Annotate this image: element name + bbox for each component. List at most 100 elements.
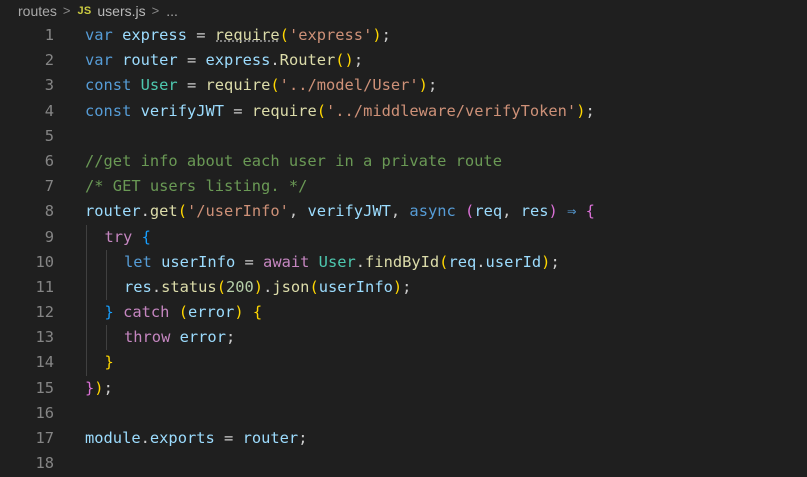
code-token: res [124,277,152,296]
code-token: module [85,429,141,447]
code-token: User [318,252,356,271]
code-line[interactable]: 14} [0,350,807,376]
code-token: . [263,277,273,296]
code-token: get [149,202,178,221]
code-line[interactable]: 18 [0,451,807,476]
code-token: try [104,227,133,246]
code-token: await [263,252,310,271]
code-token: ; [427,76,438,95]
code-token: . [140,429,150,447]
code-token: express [122,26,187,44]
code-token: { [585,202,595,221]
code-token: '../model/User' [279,76,419,95]
code-text: const verifyJWT = require('../middleware… [85,99,595,124]
code-token: . [140,202,150,221]
breadcrumb-symbols[interactable]: ... [166,3,178,19]
line-number: 9 [44,227,54,246]
code-token: ) [548,202,558,221]
code-line[interactable]: 8 router.get('/userInfo', verifyJWT, asyn… [0,199,807,224]
code-line[interactable]: 13 throw error; [0,325,807,351]
code-line[interactable]: 11 res.status(200).json(userInfo); [0,274,807,301]
indent-guide [86,224,87,250]
code-line[interactable]: 15}); [0,376,807,401]
line-number: 16 [35,403,54,422]
code-token: router [242,429,299,447]
code-text: res.status(200).json(userInfo); [124,275,411,300]
line-number: 10 [35,252,54,271]
code-token: () [335,51,354,70]
code-line[interactable]: 7 /* GET users listing. */ [0,174,807,199]
code-token: = [224,101,252,120]
line-number: 2 [44,51,54,70]
code-token: . [151,277,162,296]
code-token: , [502,202,521,221]
code-line[interactable]: 4 const verifyJWT = require('../middlewar… [0,99,807,124]
code-token: ) [372,26,382,44]
line-number: 17 [35,429,54,447]
code-token: 200 [225,277,254,296]
code-token: async [409,202,456,221]
code-line[interactable]: 9 try { [0,224,807,250]
line-number: 11 [35,277,54,296]
code-token: const [85,101,132,120]
code-token: ) [253,277,264,296]
code-token: ) [234,303,244,322]
code-text: router.get('/userInfo', verifyJWT, async… [85,199,595,224]
code-line[interactable]: 2 var router = express.Router(); [0,48,807,73]
code-token: findById [365,252,440,271]
code-token: } [104,303,114,322]
code-line[interactable]: 5 [0,124,807,149]
line-number: 13 [35,328,54,347]
breadcrumb-folder[interactable]: routes [18,3,57,19]
code-text: module.exports = router; [85,426,307,451]
breadcrumb: routes > JS users.js > ... [0,0,807,22]
indent-guide [86,274,87,301]
line-number: 8 [44,202,54,221]
code-token: = [177,51,206,70]
code-token: router [85,202,141,221]
code-line[interactable]: 3 const User = require('../model/User'); [0,73,807,98]
code-token: '/userInfo' [186,202,289,221]
code-line[interactable]: 10 let userInfo = await User.findById(req… [0,249,807,275]
code-area[interactable]: 1 var express = require('express'); 2 var r… [0,23,807,476]
code-line[interactable]: 12} catch (error) { [0,300,807,326]
code-token: express [205,51,271,70]
code-token: json [272,277,310,296]
code-token: ; [225,328,236,347]
indent-guide [86,350,87,376]
code-token: ( [309,277,319,296]
line-number: 14 [35,353,54,372]
code-token: { [141,227,151,246]
code-token: throw [124,328,171,347]
code-token: res [520,202,549,221]
breadcrumb-file[interactable]: users.js [97,3,145,19]
line-number: 3 [44,76,54,95]
code-token: ( [465,202,475,221]
code-text: }); [85,376,113,401]
code-line[interactable]: 1 var express = require('express'); [0,23,807,48]
indent-guide [86,300,87,326]
code-line[interactable]: 17 module.exports = router; [0,426,807,451]
code-token: router [122,51,178,70]
code-token: var [85,26,113,44]
code-token: = [186,26,215,44]
code-line[interactable]: 6 //get info about each user in a private… [0,149,807,174]
code-token: ( [177,202,187,221]
code-editor[interactable]: routes > JS users.js > ... 1 var express … [0,0,807,477]
code-token: . [270,51,280,70]
code-text: let userInfo = await User.findById(req.u… [124,250,560,275]
code-line[interactable]: 16 [0,401,807,426]
chevron-right-icon: > [151,2,160,18]
code-token: . [476,252,486,271]
code-token: /* GET users listing. */ [85,177,308,196]
code-text: var express = require('express'); [85,23,391,48]
code-token: error [179,328,226,347]
chevron-right-icon: > [62,2,71,18]
